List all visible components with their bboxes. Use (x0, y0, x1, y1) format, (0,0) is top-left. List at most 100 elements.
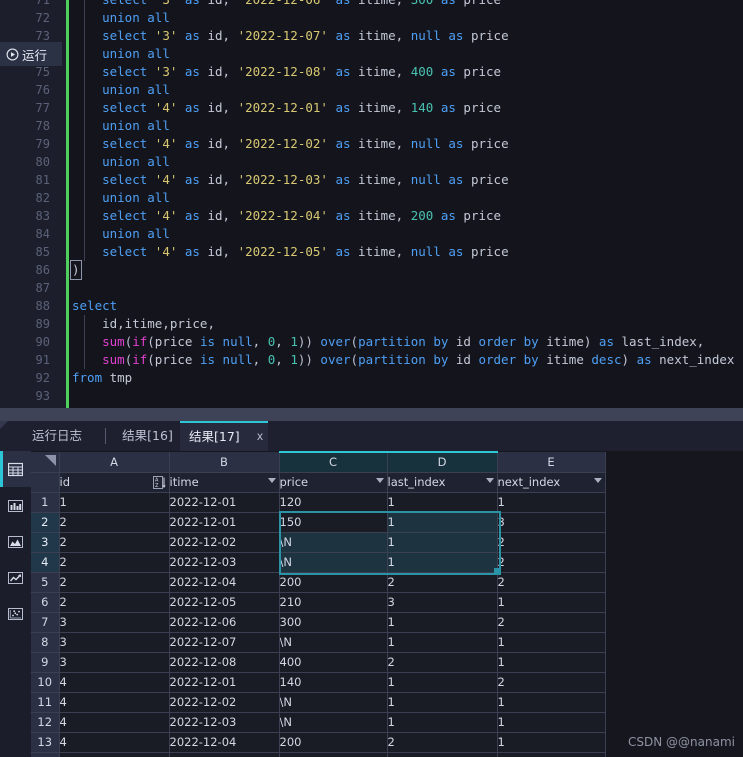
table-row[interactable]: 12 4 2022-12-03 \N 1 1 (31, 712, 606, 733)
table-row[interactable]: 5 2 2022-12-04 200 2 2 (31, 572, 606, 593)
table-cell[interactable]: 3 (59, 612, 170, 633)
close-icon[interactable]: x (253, 421, 267, 451)
table-cell[interactable]: 2022-12-02 (169, 532, 280, 553)
code-line[interactable]: 83 select '4' as id, '2022-12-04' as iti… (0, 207, 743, 225)
code-line[interactable]: 81 select '4' as id, '2022-12-03' as iti… (0, 171, 743, 189)
table-cell[interactable]: 2022-12-05 (169, 592, 280, 613)
select-all-corner[interactable] (31, 452, 60, 473)
table-cell[interactable]: 1 (497, 632, 606, 653)
result-grid[interactable]: A B C D Eid A Zitime price last_index next_index 1… (31, 451, 743, 757)
table-row[interactable]: 11 4 2022-12-02 \N 1 1 (31, 692, 606, 713)
table-cell[interactable]: 4 (59, 692, 170, 713)
table-cell[interactable]: 2022-12-04 (169, 572, 280, 593)
code-line[interactable]: 85 select '4' as id, '2022-12-05' as iti… (0, 243, 743, 261)
column-header-price[interactable]: price (279, 472, 388, 493)
table-cell[interactable]: 1 (497, 652, 606, 673)
table-row[interactable]: 4 2 2022-12-03 \N 1 2 (31, 552, 606, 573)
table-cell[interactable]: 4 (59, 752, 170, 757)
table-cell[interactable]: 1 (387, 632, 498, 653)
code-line[interactable]: 84 union all (0, 225, 743, 243)
code-line[interactable]: 72 union all (0, 9, 743, 27)
table-row[interactable]: 1 1 2022-12-01 120 1 1 (31, 492, 606, 513)
table-cell[interactable]: 1 (387, 492, 498, 513)
table-cell[interactable]: 2 (497, 672, 606, 693)
table-cell[interactable]: 1 (497, 712, 606, 733)
table-cell[interactable]: 2 (59, 532, 170, 553)
table-cell[interactable]: 140 (279, 672, 388, 693)
row-number-cell[interactable]: 6 (31, 592, 60, 613)
table-cell[interactable]: \N (279, 712, 388, 733)
table-cell[interactable]: 2 (59, 552, 170, 573)
table-cell[interactable]: 2022-12-01 (169, 512, 280, 533)
sidebar-item-area-chart-view[interactable] (0, 523, 31, 559)
panel-splitter[interactable] (0, 408, 743, 421)
table-cell[interactable]: 2022-12-03 (169, 712, 280, 733)
table-cell[interactable]: 2 (497, 532, 606, 553)
table-cell[interactable]: 2 (387, 752, 498, 757)
row-number-cell[interactable]: 1 (31, 492, 60, 513)
table-cell[interactable]: 1 (387, 612, 498, 633)
table-cell[interactable]: 300 (279, 612, 388, 633)
sidebar-item-scatter-chart-view[interactable] (0, 595, 31, 631)
row-number-cell[interactable]: 8 (31, 632, 60, 653)
table-row[interactable]: 7 3 2022-12-06 300 1 2 (31, 612, 606, 633)
tab-result-16[interactable]: 结果[16] (115, 421, 180, 451)
table-cell[interactable]: 3 (59, 652, 170, 673)
table-cell[interactable]: 2 (387, 572, 498, 593)
row-number-cell[interactable]: 11 (31, 692, 60, 713)
table-cell[interactable]: \N (279, 532, 388, 553)
run-button[interactable]: 运行 (0, 42, 62, 66)
table-cell[interactable]: 3 (497, 512, 606, 533)
table-cell[interactable]: 2022-12-01 (169, 492, 280, 513)
table-cell[interactable]: 2022-12-06 (169, 612, 280, 633)
code-line[interactable]: 71 select '3' as id, '2022-12-06' as iti… (0, 0, 743, 9)
table-row[interactable]: 8 3 2022-12-07 \N 1 1 (31, 632, 606, 653)
table-cell[interactable]: \N (279, 632, 388, 653)
table-cell[interactable]: \N (279, 552, 388, 573)
column-letter-header[interactable]: E (497, 452, 606, 473)
column-letter-header[interactable]: D (387, 451, 498, 473)
sidebar-item-line-chart-view[interactable] (0, 559, 31, 595)
table-cell[interactable]: 1 (387, 692, 498, 713)
column-header-last_index[interactable]: last_index (387, 472, 498, 493)
table-cell[interactable]: 4 (59, 672, 170, 693)
table-cell[interactable]: 1 (387, 712, 498, 733)
table-cell[interactable]: 2022-12-03 (169, 552, 280, 573)
row-number-cell[interactable]: 7 (31, 612, 60, 633)
table-cell[interactable]: 1 (497, 592, 606, 613)
table-cell[interactable]: 2022-12-05 (169, 752, 280, 757)
table-cell[interactable]: 2022-12-08 (169, 652, 280, 673)
column-letter-header[interactable]: A (59, 452, 170, 473)
code-line[interactable]: 93 (0, 387, 743, 405)
code-line[interactable]: 88 select (0, 297, 743, 315)
column-header-next_index[interactable]: next_index (497, 472, 606, 493)
table-cell[interactable]: 0 (497, 752, 606, 757)
row-number-cell[interactable]: 13 (31, 732, 60, 753)
column-header-itime[interactable]: itime (169, 472, 280, 493)
column-letter-header[interactable]: C (279, 451, 388, 473)
table-cell[interactable]: 2 (497, 552, 606, 573)
table-cell[interactable]: 1 (387, 552, 498, 573)
code-line[interactable]: 77 select '4' as id, '2022-12-01' as iti… (0, 99, 743, 117)
table-cell[interactable]: 1 (387, 672, 498, 693)
table-cell[interactable]: 3 (387, 592, 498, 613)
code-line[interactable]: 90 sum(if(price is null, 0, 1)) over(par… (0, 333, 743, 351)
row-number-cell[interactable]: 9 (31, 652, 60, 673)
table-row[interactable]: 3 2 2022-12-02 \N 1 2 (31, 532, 606, 553)
code-line[interactable]: 79 select '4' as id, '2022-12-02' as iti… (0, 135, 743, 153)
code-line[interactable]: 74 union all (0, 45, 743, 63)
row-number-cell[interactable]: 14 (31, 752, 60, 757)
code-line[interactable]: 76 union all (0, 81, 743, 99)
table-cell[interactable]: 2 (497, 572, 606, 593)
table-cell[interactable]: 200 (279, 572, 388, 593)
table-row[interactable]: 1442022-12-05\N20 (31, 752, 606, 757)
table-cell[interactable]: 2022-12-02 (169, 692, 280, 713)
table-row[interactable]: 2 2 2022-12-01 150 1 3 (31, 512, 606, 533)
table-cell[interactable]: 1 (387, 532, 498, 553)
column-letter-header[interactable]: B (169, 452, 280, 473)
code-line[interactable]: 87 (0, 279, 743, 297)
table-cell[interactable]: 1 (59, 492, 170, 513)
table-cell[interactable]: 4 (59, 732, 170, 753)
table-cell[interactable]: 120 (279, 492, 388, 513)
table-cell[interactable]: 1 (497, 732, 606, 753)
